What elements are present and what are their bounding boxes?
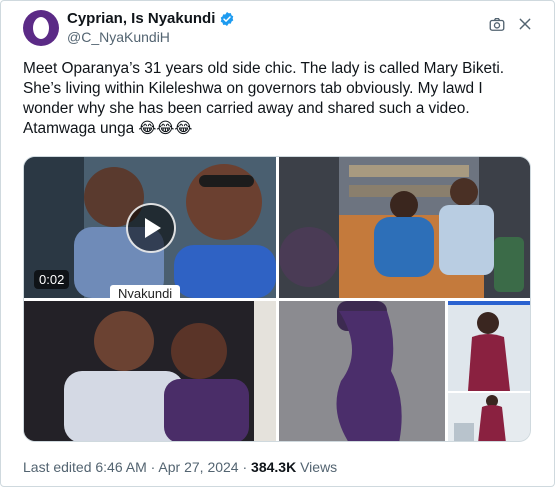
tweet-line: wonder why she has been carried away and…: [23, 100, 470, 117]
close-icon[interactable]: [517, 16, 533, 32]
play-button[interactable]: [126, 203, 176, 253]
photo-image: [279, 301, 445, 441]
tweet-line: She’s living within Kileleshwa on govern…: [23, 80, 483, 97]
views-count: 384.3K: [251, 459, 297, 475]
avatar[interactable]: [23, 10, 59, 46]
photo-tile[interactable]: [448, 301, 530, 391]
tweet-line: Meet Oparanya’s 31 years old side chic. …: [23, 60, 505, 77]
photo-tile[interactable]: [448, 393, 530, 441]
verified-badge-icon: [219, 11, 235, 27]
views-label: Views: [296, 459, 338, 475]
photo-tile[interactable]: [279, 157, 530, 298]
author-handle[interactable]: @C_NyaKundiH: [67, 29, 170, 45]
photo-tile[interactable]: [279, 301, 445, 441]
video-duration: 0:02: [34, 270, 70, 289]
photo-image: [24, 301, 276, 441]
play-icon: [145, 218, 161, 238]
tweet-card: Cyprian, Is Nyakundi @C_NyaKundiH Meet O…: [0, 0, 555, 487]
avatar-logo: [33, 17, 49, 39]
video-watermark: Nyakundi: [110, 285, 181, 298]
tweet-line: Atamwaga unga 😂😂😂: [23, 120, 193, 137]
author-name-row[interactable]: Cyprian, Is Nyakundi: [67, 10, 235, 27]
photo-image: [448, 301, 530, 391]
tweet-footer: Last edited 6:46 AM · Apr 27, 2024 · 384…: [23, 459, 337, 475]
camera-icon[interactable]: [488, 16, 506, 34]
tweet-text: Meet Oparanya’s 31 years old side chic. …: [23, 59, 538, 139]
edited-timestamp[interactable]: Last edited 6:46 AM · Apr 27, 2024 ·: [23, 459, 251, 475]
photo-image: [448, 393, 530, 441]
photo-image: [279, 157, 530, 298]
media-grid: 0:02 Nyakundi: [23, 156, 531, 442]
author-display-name[interactable]: Cyprian, Is Nyakundi: [67, 10, 215, 27]
video-thumbnail[interactable]: 0:02 Nyakundi: [24, 157, 276, 298]
photo-tile[interactable]: [24, 301, 276, 441]
